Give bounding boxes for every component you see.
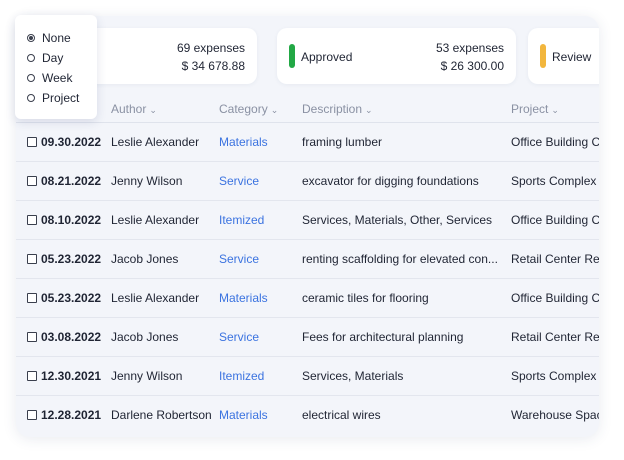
expense-author: Leslie Alexander (111, 135, 200, 149)
row-checkbox[interactable] (27, 215, 37, 225)
expense-author: Leslie Alexander (111, 213, 200, 227)
group-option-day[interactable]: Day (27, 50, 63, 66)
expense-project: Retail Center Ren (511, 330, 599, 344)
expense-category[interactable]: Service (219, 252, 259, 266)
table-row[interactable]: 08.10.2022 Leslie Alexander Itemized Ser… (16, 201, 599, 240)
row-checkbox[interactable] (27, 137, 37, 147)
row-checkbox[interactable] (27, 371, 37, 381)
expense-description: Services, Materials, Other, Services (302, 213, 493, 227)
chevron-down-icon: ⌄ (149, 105, 157, 115)
row-checkbox[interactable] (27, 410, 37, 420)
expense-author: Jenny Wilson (111, 369, 183, 383)
expense-category[interactable]: Service (219, 330, 259, 344)
approved-card[interactable]: Approved 53 expenses $ 26 300.00 (277, 28, 516, 84)
approved-status-bar (289, 44, 295, 68)
expense-author: Leslie Alexander (111, 291, 200, 305)
table-row[interactable]: 05.23.2022 Leslie Alexander Materials ce… (16, 279, 599, 318)
approved-label: Approved (301, 50, 353, 64)
review-label: Review (552, 50, 592, 64)
table-row[interactable]: 12.30.2021 Jenny Wilson Itemized Service… (16, 357, 599, 396)
review-status-bar (540, 44, 546, 68)
expense-category[interactable]: Itemized (219, 213, 264, 227)
expense-category[interactable]: Materials (219, 291, 268, 305)
expense-category[interactable]: Itemized (219, 369, 264, 383)
expense-description: Services, Materials (302, 369, 404, 383)
review-card[interactable]: Review (528, 28, 599, 84)
chevron-down-icon: ⌄ (270, 105, 279, 115)
expense-date: 12.28.2021 (41, 408, 102, 422)
expense-date: 08.10.2022 (41, 213, 102, 227)
expense-author: Jacob Jones (111, 330, 179, 344)
expense-author: Jacob Jones (111, 252, 179, 266)
expense-project: Office Building C (511, 291, 599, 305)
radio-icon[interactable] (27, 54, 35, 62)
radio-selected-icon[interactable] (27, 34, 35, 42)
table-header: Author ⌄ Category ⌄ Description ⌄ Project ⌄ (16, 96, 599, 123)
group-by-dropdown: None Day Week Project (15, 15, 97, 119)
expense-author: Darlene Robertson (111, 408, 212, 422)
expense-project: Retail Center Ren (511, 252, 599, 266)
expense-description: electrical wires (302, 408, 381, 422)
expense-project: Warehouse Spac (511, 408, 599, 422)
column-category[interactable]: Category ⌄ (219, 102, 278, 116)
column-author[interactable]: Author ⌄ (111, 102, 157, 116)
expense-category[interactable]: Materials (219, 135, 268, 149)
expenses-panel: 69 expenses $ 34 678.88 Approved 53 expe… (16, 16, 599, 437)
row-checkbox[interactable] (27, 332, 37, 342)
table-row[interactable]: 08.21.2022 Jenny Wilson Service excavato… (16, 162, 599, 201)
expense-category[interactable]: Service (219, 174, 259, 188)
chevron-down-icon: ⌄ (551, 105, 559, 115)
radio-icon[interactable] (27, 74, 35, 82)
expense-description: ceramic tiles for flooring (302, 291, 429, 305)
table-row[interactable]: 03.08.2022 Jacob Jones Service Fees for … (16, 318, 599, 357)
chevron-down-icon: ⌄ (365, 105, 373, 115)
group-option-week[interactable]: Week (27, 70, 72, 86)
radio-icon[interactable] (27, 94, 35, 102)
approved-count: 53 expenses (435, 41, 504, 55)
expense-author: Jenny Wilson (111, 174, 183, 188)
expense-description: Fees for architectural planning (302, 330, 464, 344)
row-checkbox[interactable] (27, 293, 37, 303)
group-option-none[interactable]: None (27, 30, 71, 46)
expense-description: excavator for digging foundations (302, 174, 479, 188)
table-row[interactable]: 09.30.2022 Leslie Alexander Materials fr… (16, 123, 599, 162)
row-checkbox[interactable] (27, 176, 37, 186)
expense-date: 08.21.2022 (41, 174, 102, 188)
row-checkbox[interactable] (27, 254, 37, 264)
table-row[interactable]: 12.28.2021 Darlene Robertson Materials e… (16, 396, 599, 434)
expense-project: Office Building C (511, 213, 599, 227)
column-project[interactable]: Project ⌄ (511, 102, 559, 116)
expenses-table: Author ⌄ Category ⌄ Description ⌄ Project ⌄ … (16, 96, 599, 434)
expense-description: framing lumber (302, 135, 383, 149)
expense-description: renting scaffolding for elevated con... (302, 252, 498, 266)
expense-date: 09.30.2022 (41, 135, 102, 149)
total-count: 69 expenses (176, 41, 245, 55)
expense-project: Sports Complex (511, 369, 597, 383)
total-amount: $ 34 678.88 (181, 59, 245, 73)
expense-date: 12.30.2021 (41, 369, 102, 383)
approved-amount: $ 26 300.00 (440, 59, 504, 73)
expense-date: 05.23.2022 (41, 252, 102, 266)
column-description[interactable]: Description ⌄ (302, 102, 373, 116)
expense-project: Office Building C (511, 135, 599, 149)
table-row[interactable]: 05.23.2022 Jacob Jones Service renting s… (16, 240, 599, 279)
expense-date: 05.23.2022 (41, 291, 102, 305)
expense-date: 03.08.2022 (41, 330, 102, 344)
group-option-project[interactable]: Project (27, 90, 79, 106)
expense-category[interactable]: Materials (219, 408, 268, 422)
expense-project: Sports Complex (511, 174, 597, 188)
